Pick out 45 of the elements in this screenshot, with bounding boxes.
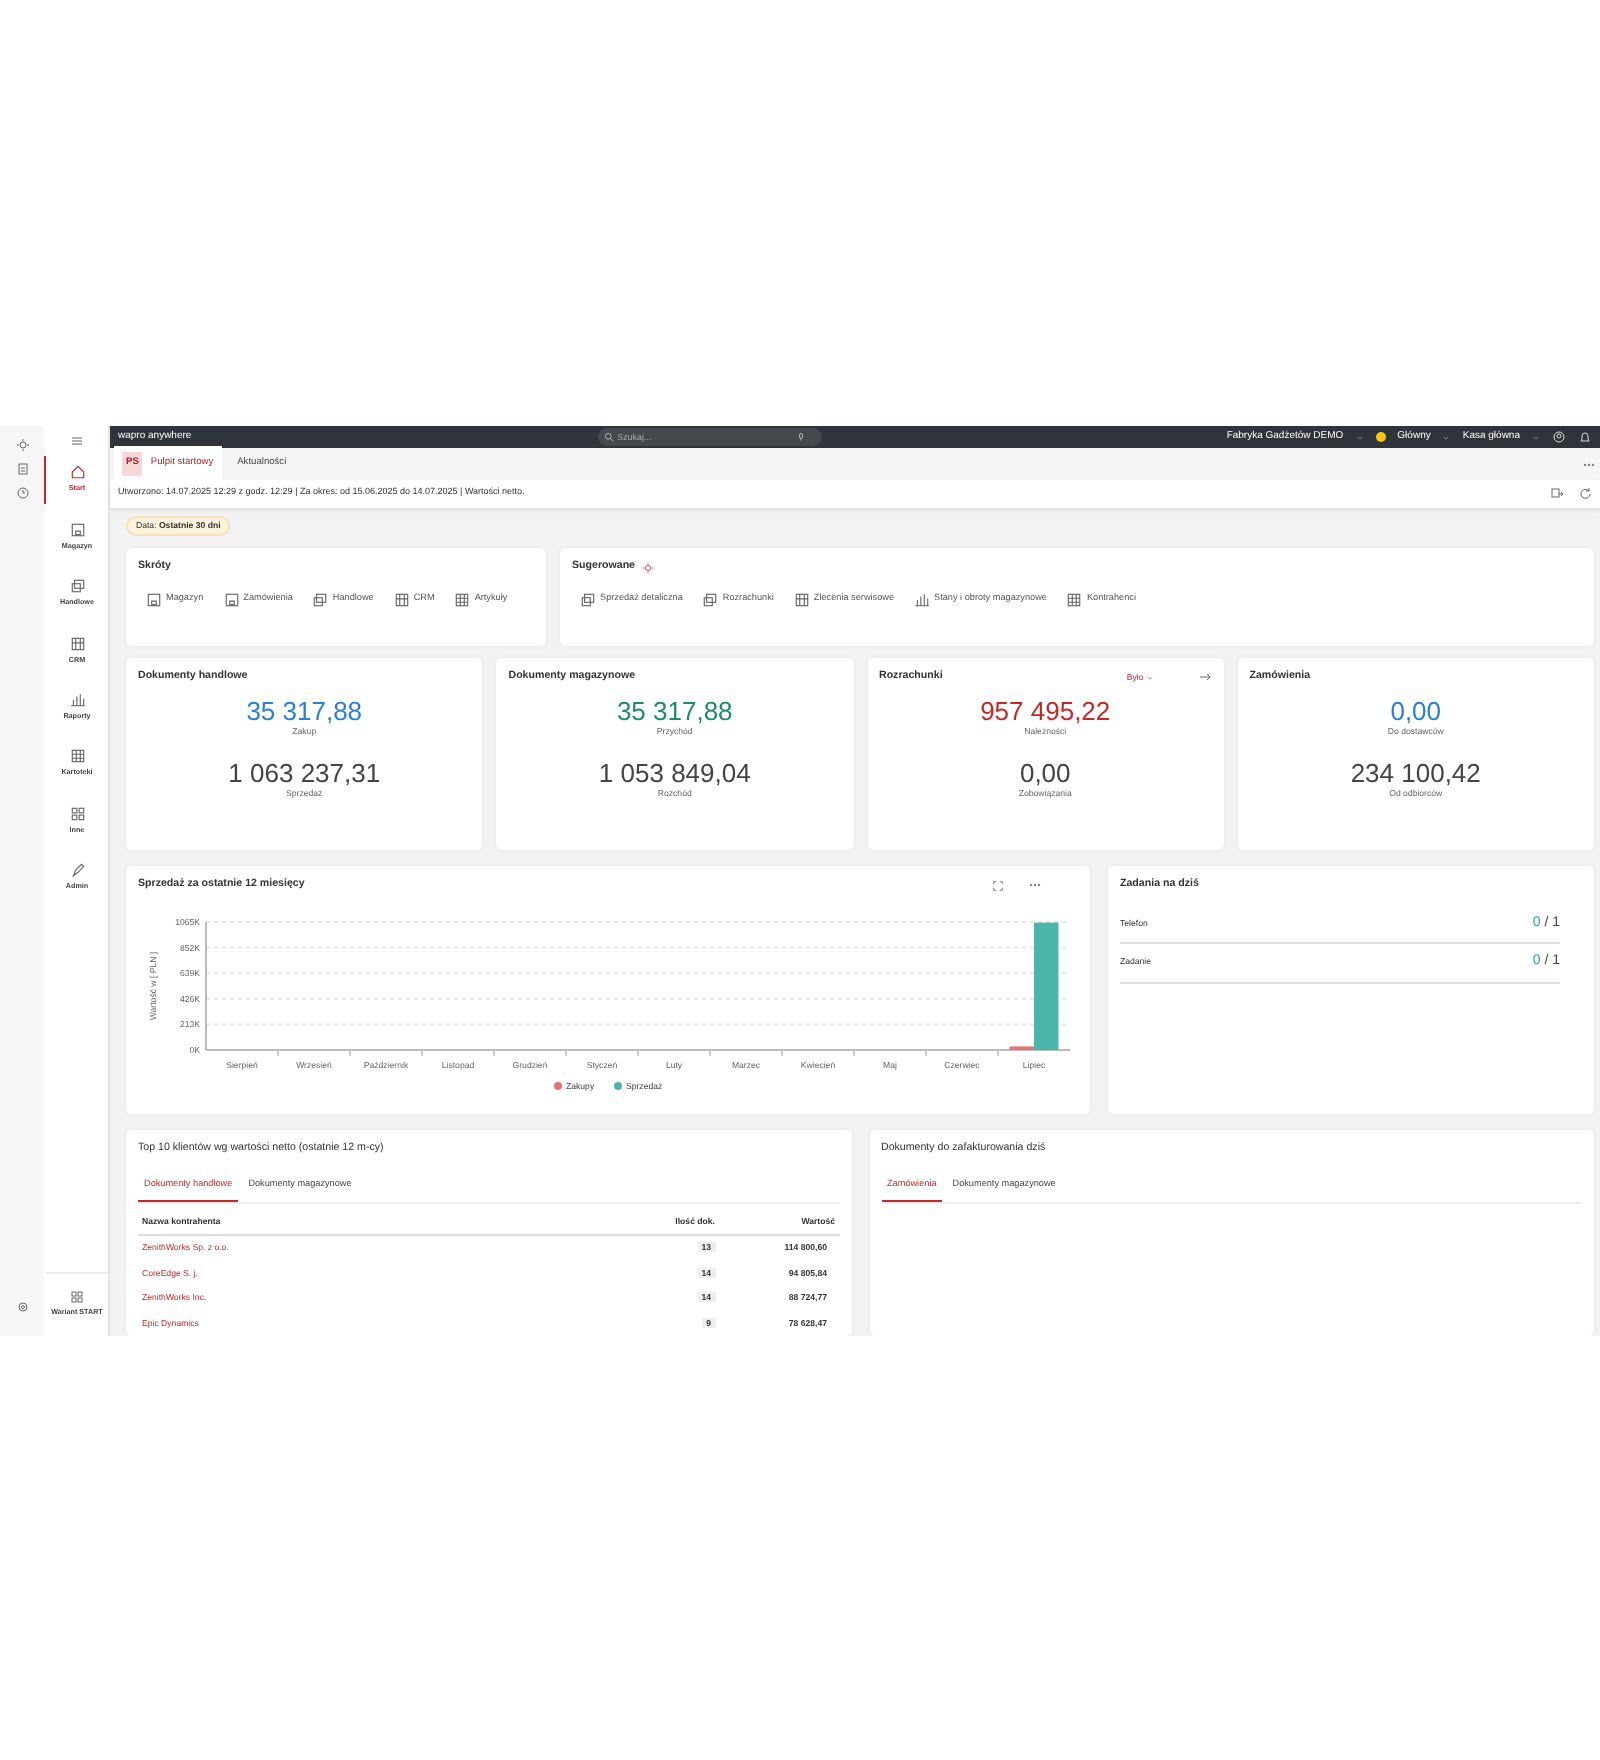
document-icon[interactable] — [15, 462, 29, 476]
grid-icon — [69, 748, 85, 765]
clock-icon[interactable] — [15, 486, 29, 500]
status-dot-icon — [1375, 432, 1386, 442]
secondary-value: 1 063 237,31 — [226, 759, 383, 788]
documents-icon — [580, 591, 596, 608]
bell-icon[interactable] — [1578, 430, 1592, 444]
legend-dot — [614, 1081, 622, 1090]
building-icon — [393, 591, 410, 608]
primary-value: 0,00 — [1388, 697, 1444, 727]
chevron-down-icon — [1145, 673, 1154, 682]
documents-icon — [69, 578, 85, 595]
grid-icon — [454, 591, 471, 608]
settings-icon[interactable] — [15, 1300, 29, 1314]
chevron-down-icon — [1532, 433, 1540, 441]
building-icon — [793, 591, 810, 608]
export-icon[interactable] — [1550, 486, 1564, 501]
expand-icon[interactable] — [992, 879, 1004, 892]
squares-icon — [69, 805, 85, 822]
sun-icon[interactable] — [15, 438, 29, 452]
bar-chart-icon — [914, 591, 931, 608]
user-icon[interactable] — [1552, 430, 1566, 444]
house-icon — [69, 464, 85, 481]
secondary-value: 0,00 — [1017, 759, 1073, 788]
grid-icon — [1066, 591, 1083, 608]
menu-icon[interactable] — [69, 434, 83, 448]
documents-icon — [312, 591, 329, 608]
pen-icon — [69, 862, 85, 879]
box-icon — [223, 591, 240, 608]
bar-chart-icon — [69, 691, 85, 708]
box-icon — [146, 591, 162, 608]
secondary-value: 234 100,42 — [1348, 759, 1483, 788]
microphone-icon — [795, 432, 805, 442]
primary-value: 957 495,22 — [978, 697, 1113, 727]
search-icon — [603, 432, 613, 442]
documents-icon — [702, 591, 719, 608]
box-icon — [69, 521, 85, 538]
refresh-icon[interactable] — [1578, 486, 1592, 501]
arrow-right-icon[interactable] — [1197, 670, 1212, 685]
primary-value: 35 317,88 — [614, 697, 735, 727]
secondary-value: 1 053 849,04 — [596, 759, 753, 788]
primary-value: 35 317,88 — [244, 697, 365, 727]
squares-icon — [70, 1289, 84, 1304]
legend-dot — [554, 1081, 562, 1090]
building-icon — [69, 635, 85, 651]
